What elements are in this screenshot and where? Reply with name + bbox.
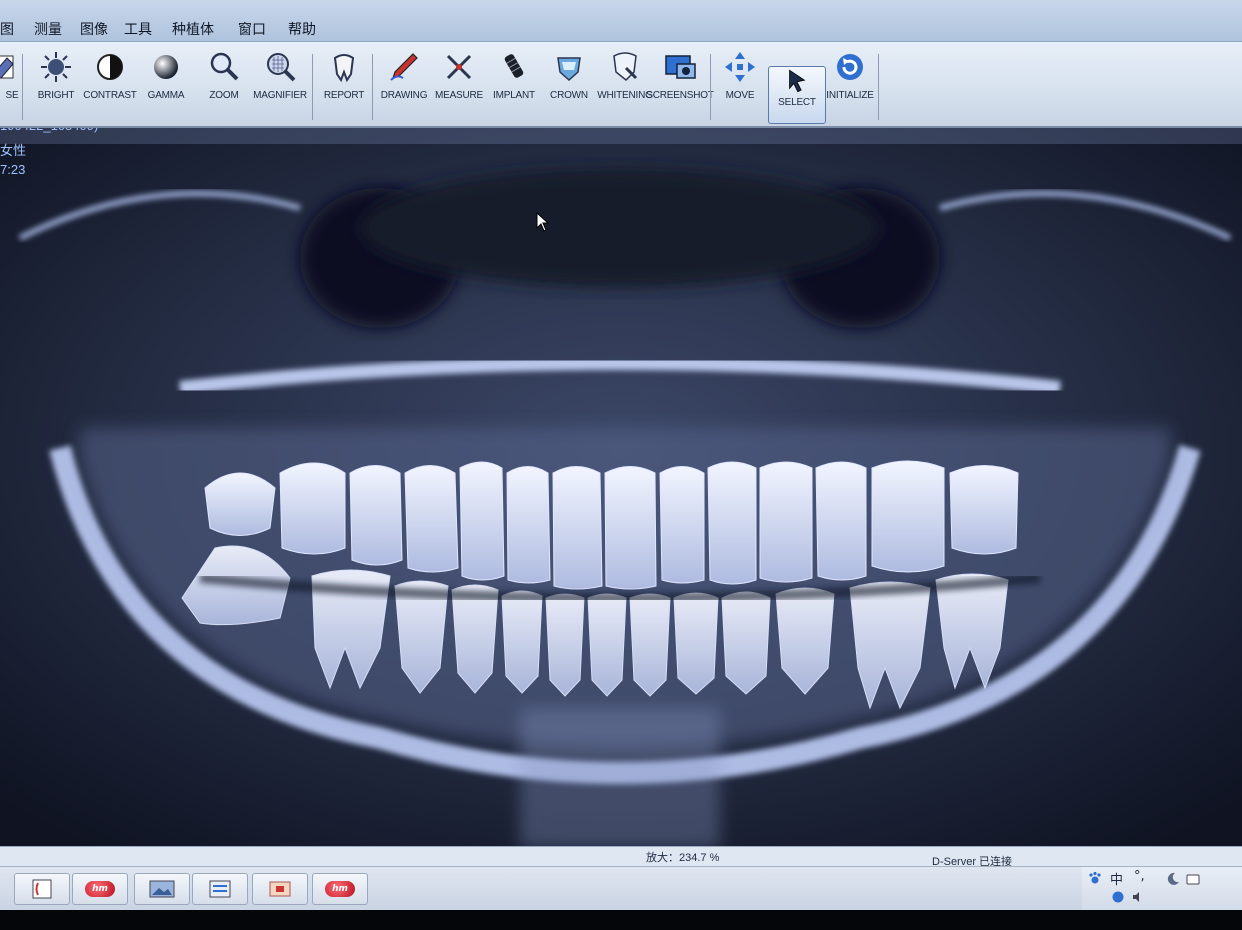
tool-measure[interactable]: MEASURE [431, 50, 487, 122]
tool-select[interactable]: SELECT [768, 66, 826, 124]
menu-item-window[interactable]: 窗口 [238, 19, 266, 39]
tool-report[interactable]: REPORT [316, 50, 372, 122]
zoom-magnifier-icon [210, 52, 239, 81]
taskbar-app-hm-2[interactable]: hm [312, 873, 368, 905]
tool-screenshot-label: SCREENSHOT [646, 90, 714, 101]
windows-taskbar: hm hm 中 °, [0, 866, 1242, 911]
toolbar-separator [22, 54, 23, 120]
window-app-icon [269, 881, 291, 897]
contrast-circle-icon [97, 54, 123, 80]
toolbar: SE BRIGHT CONTRAST GAMMA ZOOM MAGNIFIER … [0, 42, 1242, 128]
toolbar-separator [878, 54, 879, 120]
tool-magnifier[interactable]: MAGNIFIER [252, 50, 308, 122]
taskbar-app-viewer[interactable] [134, 873, 190, 905]
taskbar-app-window[interactable] [252, 873, 308, 905]
moon-icon[interactable] [1166, 872, 1180, 886]
toolbar-separator [312, 54, 313, 120]
move-arrows-icon [725, 52, 755, 82]
keyboard-icon[interactable] [1186, 872, 1200, 886]
tool-screenshot[interactable]: SCREENSHOT [646, 50, 714, 122]
toolbar-separator [372, 54, 373, 120]
menu-item-tools[interactable]: 工具 [124, 19, 152, 39]
menu-item-view[interactable]: 图 [0, 19, 14, 39]
tool-move-label: MOVE [725, 90, 755, 101]
tool-gamma[interactable]: GAMMA [138, 50, 194, 122]
tool-move[interactable]: MOVE [712, 50, 768, 122]
tool-partial-label: SE [5, 90, 19, 101]
tool-drawing-label: DRAWING [380, 90, 428, 101]
screenshot-camera-icon [665, 55, 696, 79]
initialize-reset-icon [837, 54, 863, 80]
tool-crown[interactable]: CROWN [541, 50, 597, 122]
tool-whitening-label: WHITENING [597, 90, 653, 101]
tool-gamma-label: GAMMA [147, 90, 185, 101]
implant-icon [504, 54, 524, 78]
tool-initialize-label: INITIALIZE [826, 90, 874, 101]
tool-implant-label: IMPLANT [493, 90, 535, 101]
brightness-sun-icon [41, 52, 71, 82]
tool-contrast[interactable]: CONTRAST [82, 50, 138, 122]
tool-whitening[interactable]: WHITENING [597, 50, 653, 122]
tool-implant[interactable]: IMPLANT [486, 50, 542, 122]
document-app-icon [209, 880, 231, 898]
tool-initialize[interactable]: INITIALIZE [822, 50, 878, 122]
editor-app-icon [32, 879, 52, 899]
toolbar-separator [710, 54, 711, 120]
measure-tool-icon [446, 54, 472, 80]
menu-item-image[interactable]: 图像 [80, 19, 108, 39]
tool-magnifier-label: MAGNIFIER [253, 90, 307, 101]
gamma-sphere-icon [154, 55, 178, 79]
help-icon[interactable] [1112, 891, 1124, 903]
zoom-level-status: 放大：234.7 % [646, 852, 720, 864]
crown-icon [557, 57, 581, 82]
panoramic-xray-image [0, 128, 1242, 846]
tool-partial[interactable]: SE [0, 50, 28, 122]
menu-bar: 图 测量 图像 工具 种植体 窗口 帮助 [0, 0, 1242, 42]
menu-item-implant[interactable]: 种植体 [172, 19, 214, 39]
patient-id-overlay: 190422_105409) [0, 128, 98, 133]
whitening-icon [613, 52, 638, 82]
pencil-icon [390, 53, 418, 81]
punctuation-mode-indicator[interactable]: °, [1134, 869, 1145, 884]
monitor-bezel [0, 910, 1242, 930]
hm-app-icon: hm [325, 881, 355, 897]
paw-icon[interactable] [1088, 871, 1102, 885]
tool-bright[interactable]: BRIGHT [28, 50, 84, 122]
taskbar-app-editor[interactable] [14, 873, 70, 905]
patient-gender-overlay: 女性 [0, 143, 27, 158]
tool-bright-label: BRIGHT [37, 90, 75, 101]
tool-zoom[interactable]: ZOOM [196, 50, 252, 122]
exam-time-overlay: 7:23 [0, 162, 26, 177]
xray-viewer[interactable]: 190422_105409) 女性 7:23 [0, 128, 1242, 846]
tool-zoom-label: ZOOM [209, 90, 239, 101]
system-tray: 中 °, [1082, 867, 1242, 911]
menu-item-measure[interactable]: 测量 [34, 19, 62, 39]
ime-chinese-indicator[interactable]: 中 [1110, 869, 1123, 888]
report-tooth-icon [333, 54, 355, 83]
magnifier-grid-icon [267, 53, 296, 82]
tool-crown-label: CROWN [550, 90, 588, 101]
tool-measure-label: MEASURE [434, 90, 484, 101]
menu-item-help[interactable]: 帮助 [288, 19, 316, 39]
tool-contrast-label: CONTRAST [83, 90, 137, 101]
hm-app-icon: hm [85, 881, 115, 897]
volume-icon[interactable] [1132, 891, 1144, 903]
select-cursor-icon [789, 69, 806, 93]
tool-drawing[interactable]: DRAWING [376, 50, 432, 122]
edit-icon [0, 55, 14, 79]
taskbar-app-hm-1[interactable]: hm [72, 873, 128, 905]
tool-report-label: REPORT [323, 90, 365, 101]
taskbar-app-document[interactable] [192, 873, 248, 905]
mouse-pointer-icon [536, 212, 550, 232]
tool-select-label: SELECT [778, 97, 816, 108]
image-viewer-icon [149, 880, 175, 898]
